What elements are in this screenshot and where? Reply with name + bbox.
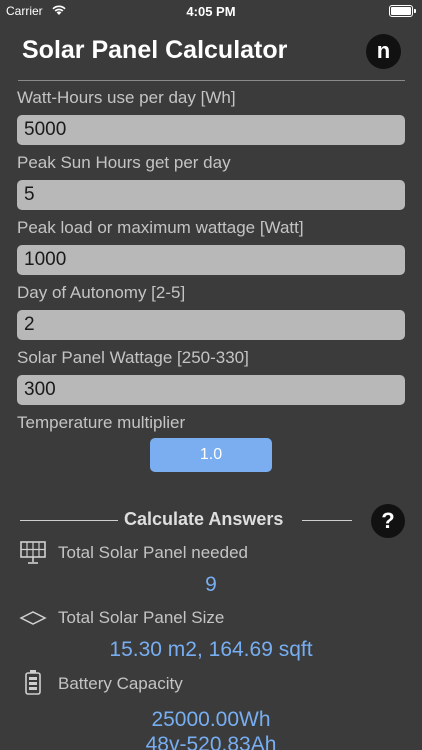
help-button[interactable]: ?: [371, 504, 405, 538]
panels-needed-value: 9: [205, 573, 217, 596]
divider-left: [20, 520, 118, 521]
panel-size-label: Total Solar Panel Size: [58, 608, 225, 627]
panels-needed-label: Total Solar Panel needed: [58, 543, 248, 562]
sun-hours-input[interactable]: 5: [17, 180, 405, 210]
peak-load-input[interactable]: 1000: [17, 245, 405, 275]
battery-capacity-label: Battery Capacity: [58, 674, 183, 693]
peak-load-label: Peak load or maximum wattage [Watt]: [17, 218, 304, 237]
calculate-answers-header: Calculate Answers: [20, 508, 352, 532]
panel-wattage-label: Solar Panel Wattage [250-330]: [17, 348, 249, 367]
temperature-label: Temperature multiplier: [17, 413, 186, 432]
panel-size-value: 15.30 m2, 164.69 sqft: [109, 638, 313, 661]
wh-per-day-label: Watt-Hours use per day [Wh]: [17, 88, 236, 107]
clock: 4:05 PM: [186, 4, 236, 19]
autonomy-label: Day of Autonomy [2-5]: [17, 283, 186, 302]
battery-status-icon: [389, 5, 416, 17]
area-diamond-icon: [19, 606, 47, 632]
app-logo-button[interactable]: n: [366, 34, 401, 69]
panel-wattage-input[interactable]: 300: [17, 375, 405, 405]
battery-icon: [19, 669, 47, 695]
autonomy-input[interactable]: 2: [17, 310, 405, 340]
solar-panel-icon: [19, 540, 47, 566]
page-title: Solar Panel Calculator: [22, 36, 288, 64]
calculate-answers-title: Calculate Answers: [124, 509, 284, 529]
status-bar: Carrier 4:05 PM: [0, 0, 422, 22]
divider-right: [302, 520, 352, 521]
battery-capacity-ah-value: 48v-520.83Ah: [145, 733, 277, 750]
header-divider: [18, 80, 405, 81]
wh-per-day-input[interactable]: 5000: [17, 115, 405, 145]
temperature-multiplier-button[interactable]: 1.0: [150, 438, 272, 472]
sun-hours-label: Peak Sun Hours get per day: [17, 153, 231, 172]
battery-capacity-wh-value: 25000.00Wh: [151, 708, 271, 731]
